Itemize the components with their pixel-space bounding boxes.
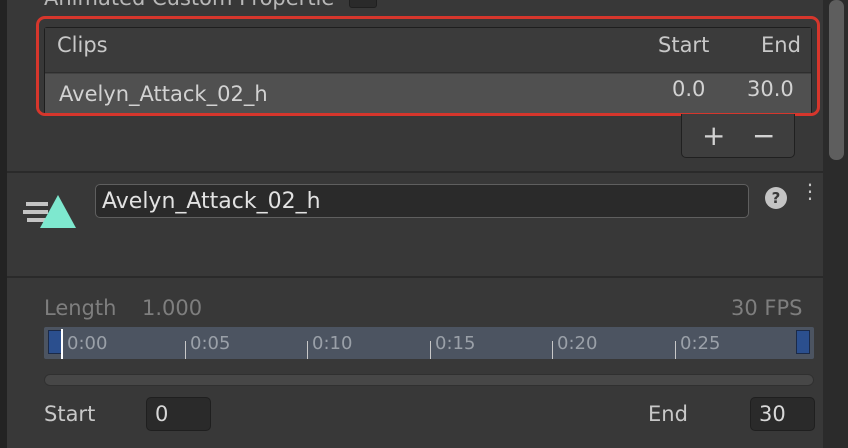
fps-label: 30 FPS [731, 296, 803, 320]
add-remove-box [681, 114, 795, 158]
playhead[interactable] [61, 329, 63, 359]
start-label: Start [44, 402, 96, 426]
tick-label: 0:15 [435, 333, 476, 354]
animated-custom-property-checkbox[interactable] [349, 0, 377, 8]
more-options-icon[interactable]: ⋮ [800, 181, 820, 212]
left-edge [0, 0, 7, 448]
end-field[interactable] [750, 397, 815, 431]
tick-label: 0:05 [190, 333, 231, 354]
tick-label: 0:00 [67, 333, 108, 354]
tick-label: 0:25 [680, 333, 721, 354]
length-value: 1.000 [142, 296, 203, 320]
remove-clip-button[interactable]: − [752, 118, 775, 154]
highlight-box [36, 16, 820, 116]
clip-name-field[interactable] [95, 184, 749, 218]
timeline-ruler[interactable]: 0:00 0:05 0:10 0:15 0:20 0:25 [44, 327, 814, 359]
end-handle[interactable] [796, 330, 810, 354]
divider [7, 171, 823, 173]
animation-clip-icon [22, 190, 80, 236]
end-label: End [648, 402, 688, 426]
tick-label: 0:20 [557, 333, 598, 354]
add-clip-button[interactable]: + [702, 118, 725, 154]
animated-custom-property-label: Animated Custom Propertie [44, 0, 334, 10]
start-field[interactable] [146, 397, 211, 431]
tick-label: 0:10 [312, 333, 353, 354]
help-icon[interactable]: ? [765, 187, 787, 209]
start-handle[interactable] [48, 330, 62, 354]
scrollbar-thumb[interactable] [829, 0, 844, 160]
length-label: Length [44, 296, 117, 320]
range-slider[interactable] [44, 374, 814, 386]
divider [7, 276, 823, 278]
